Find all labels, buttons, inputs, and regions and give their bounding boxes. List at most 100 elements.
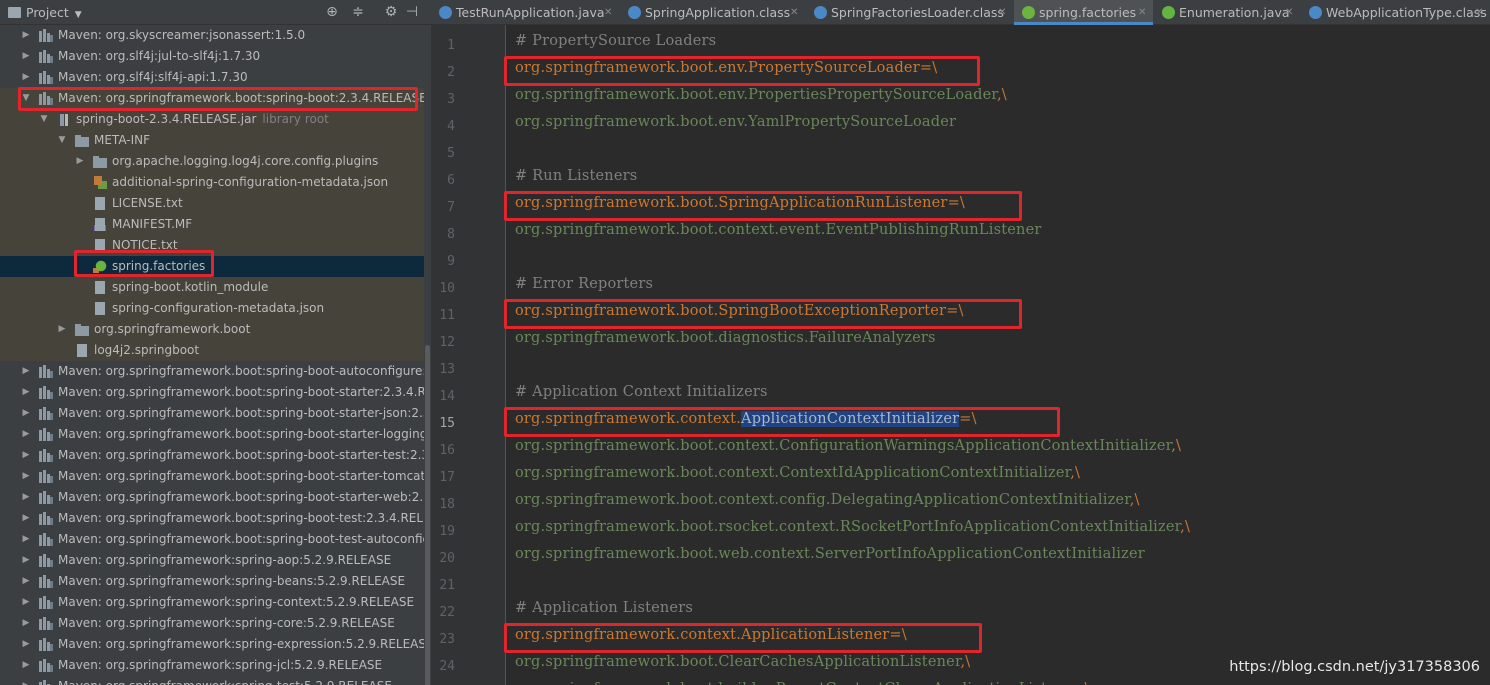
tree-row[interactable]: ▶ Maven: org.springframework.boot:spring-… [0, 529, 431, 550]
collapsed-arrow-icon[interactable]: ▶ [20, 445, 32, 466]
tree-row[interactable]: ▶ Maven: org.springframework:spring-core:… [0, 613, 431, 634]
tree-row[interactable]: ▶ Maven: org.springframework.boot:spring-… [0, 361, 431, 382]
tree-row[interactable]: ▶ Maven: org.skyscreamer:jsonassert:1.5.0 [0, 25, 431, 46]
code-text: org.springframework.boot.SpringBootExcep… [515, 303, 947, 319]
line-number: 13 [439, 362, 455, 377]
tree-row[interactable]: ▶ Maven: org.springframework.boot:spring-… [0, 445, 431, 466]
close-icon[interactable]: ✕ [1475, 0, 1483, 25]
close-icon[interactable]: ✕ [1138, 0, 1146, 25]
tree-row[interactable]: ▼ META-INF [0, 130, 431, 151]
tree-row[interactable]: NOTICE.txt [0, 235, 431, 256]
tree-scrollbar[interactable] [424, 25, 431, 685]
tree-row[interactable]: ▶ Maven: org.springframework.boot:spring-… [0, 403, 431, 424]
tree-row[interactable]: MANIFEST.MF [0, 214, 431, 235]
tree-row-label: additional-spring-configuration-metadata… [112, 175, 389, 189]
collapsed-arrow-icon[interactable]: ▶ [20, 25, 32, 46]
tree-row[interactable]: spring-configuration-metadata.json [0, 298, 431, 319]
collapsed-arrow-icon[interactable]: ▶ [20, 466, 32, 487]
project-view-selector[interactable]: Project ▼ [8, 5, 82, 20]
property-value: org.springframework.boot.context.config.… [515, 492, 1140, 508]
collapsed-arrow-icon[interactable]: ▶ [20, 67, 32, 88]
project-panel-title: Project [26, 5, 69, 20]
collapsed-arrow-icon[interactable]: ▶ [20, 403, 32, 424]
editor-tab[interactable]: WebApplicationType.class ✕ [1301, 0, 1490, 25]
collapsed-arrow-icon[interactable]: ▶ [20, 529, 32, 550]
line-number: 18 [439, 497, 455, 512]
library-root-hint: library root [262, 112, 329, 126]
collapsed-arrow-icon[interactable]: ▶ [20, 46, 32, 67]
editor-tab[interactable]: SpringApplication.class ✕ [620, 0, 805, 25]
editor-tab[interactable]: TestRunApplication.java ✕ [431, 0, 619, 25]
expanded-arrow-icon[interactable]: ▼ [20, 88, 32, 109]
collapsed-arrow-icon[interactable]: ▶ [20, 571, 32, 592]
tree-row[interactable]: ▶ Maven: org.springframework:spring-aop:5… [0, 550, 431, 571]
line-number: 21 [439, 578, 455, 593]
target-icon[interactable]: ⊕ [324, 4, 340, 20]
line-number: 24 [439, 659, 455, 674]
hide-icon[interactable]: ⊣ [404, 4, 420, 20]
collapsed-arrow-icon[interactable]: ▶ [20, 655, 32, 676]
collapsed-arrow-icon[interactable]: ▶ [20, 361, 32, 382]
property-value: org.springframework.boot.diagnostics.Fai… [515, 330, 936, 346]
close-icon[interactable]: ✕ [1285, 0, 1293, 25]
editor-tab[interactable]: SpringFactoriesLoader.class ✕ [806, 0, 1013, 25]
line-continuation: =\ [946, 303, 964, 319]
editor-tab[interactable]: Enumeration.java ✕ [1154, 0, 1300, 25]
collapsed-arrow-icon[interactable]: ▶ [20, 508, 32, 529]
collapsed-arrow-icon[interactable]: ▶ [20, 613, 32, 634]
collapsed-arrow-icon[interactable]: ▶ [20, 424, 32, 445]
collapsed-arrow-icon[interactable]: ▶ [20, 382, 32, 403]
collapsed-arrow-icon[interactable]: ▶ [20, 487, 32, 508]
tree-row[interactable]: ▶ Maven: org.springframework.boot:spring-… [0, 508, 431, 529]
tree-row-label: Maven: org.springframework.boot:spring-b… [58, 406, 431, 420]
text-file-icon [92, 196, 108, 211]
tree-row[interactable]: ▼ spring-boot-2.3.4.RELEASE.jar library ro… [0, 109, 431, 130]
expanded-arrow-icon[interactable]: ▼ [38, 109, 50, 130]
close-icon[interactable]: ✕ [604, 0, 612, 25]
tree-row[interactable]: ▶ Maven: org.springframework:spring-expre… [0, 634, 431, 655]
tree-row[interactable]: spring.factories [0, 256, 431, 277]
code-text: org.springframework.boot.SpringApplicati… [515, 195, 948, 211]
collapse-icon[interactable]: ≑ [350, 4, 366, 20]
tree-row[interactable]: ▶ Maven: org.springframework.boot:spring-… [0, 382, 431, 403]
collapsed-arrow-icon[interactable]: ▶ [20, 676, 32, 685]
collapsed-arrow-icon[interactable]: ▶ [20, 634, 32, 655]
collapsed-arrow-icon[interactable]: ▶ [56, 319, 68, 340]
tree-row[interactable]: ▶ Maven: org.springframework.boot:spring-… [0, 424, 431, 445]
line-number: 12 [439, 335, 455, 350]
editor-tab[interactable]: spring.factories ✕ [1014, 0, 1153, 25]
tree-row[interactable]: additional-spring-configuration-metadata… [0, 172, 431, 193]
tree-row[interactable]: ▶ Maven: org.springframework.boot:spring-… [0, 487, 431, 508]
tree-row[interactable]: ▶ Maven: org.springframework:spring-conte… [0, 592, 431, 613]
tree-row[interactable]: ▶ Maven: org.springframework:spring-jcl:5… [0, 655, 431, 676]
project-tree: ▶ Maven: org.skyscreamer:jsonassert:1.5.0… [0, 25, 431, 685]
property-value: org.springframework.boot.env.PropertiesP… [515, 87, 1007, 103]
tree-row[interactable]: ▶ Maven: org.slf4j:slf4j-api:1.7.30 [0, 67, 431, 88]
tree-row[interactable]: LICENSE.txt [0, 193, 431, 214]
tree-row[interactable]: log4j2.springboot [0, 340, 431, 361]
code-text: # Application Listeners [515, 600, 693, 616]
tree-row[interactable]: ▶ org.springframework.boot [0, 319, 431, 340]
tree-row[interactable]: ▶ Maven: org.springframework.boot:spring-… [0, 466, 431, 487]
collapsed-arrow-icon[interactable]: ▶ [20, 592, 32, 613]
close-icon[interactable]: ✕ [790, 0, 798, 25]
tree-row[interactable]: spring-boot.kotlin_module [0, 277, 431, 298]
library-icon [38, 385, 54, 400]
collapsed-arrow-icon[interactable]: ▶ [74, 151, 86, 172]
line-number: 23 [439, 632, 455, 647]
tree-row[interactable]: ▶ org.apache.logging.log4j.core.config.pl… [0, 151, 431, 172]
gear-icon[interactable]: ⚙ [383, 4, 399, 20]
collapsed-arrow-icon[interactable]: ▶ [20, 550, 32, 571]
tree-row[interactable]: ▶ Maven: org.springframework:spring-test:… [0, 676, 431, 685]
property-value: org.springframework.boot.rsocket.context… [515, 519, 1190, 535]
gutter-separator [505, 25, 506, 685]
tree-row[interactable]: ▶ Maven: org.slf4j:jul-to-slf4j:1.7.30 [0, 46, 431, 67]
file-type-icon [1309, 6, 1322, 19]
expanded-arrow-icon[interactable]: ▼ [56, 130, 68, 151]
tree-row[interactable]: ▶ Maven: org.springframework:spring-beans… [0, 571, 431, 592]
line-continuation: ,\ [960, 654, 971, 670]
close-icon[interactable]: ✕ [998, 0, 1006, 25]
scrollbar-thumb[interactable] [425, 345, 430, 685]
tree-row[interactable]: ▼ Maven: org.springframework.boot:spring-… [0, 88, 431, 109]
library-icon [38, 553, 54, 568]
